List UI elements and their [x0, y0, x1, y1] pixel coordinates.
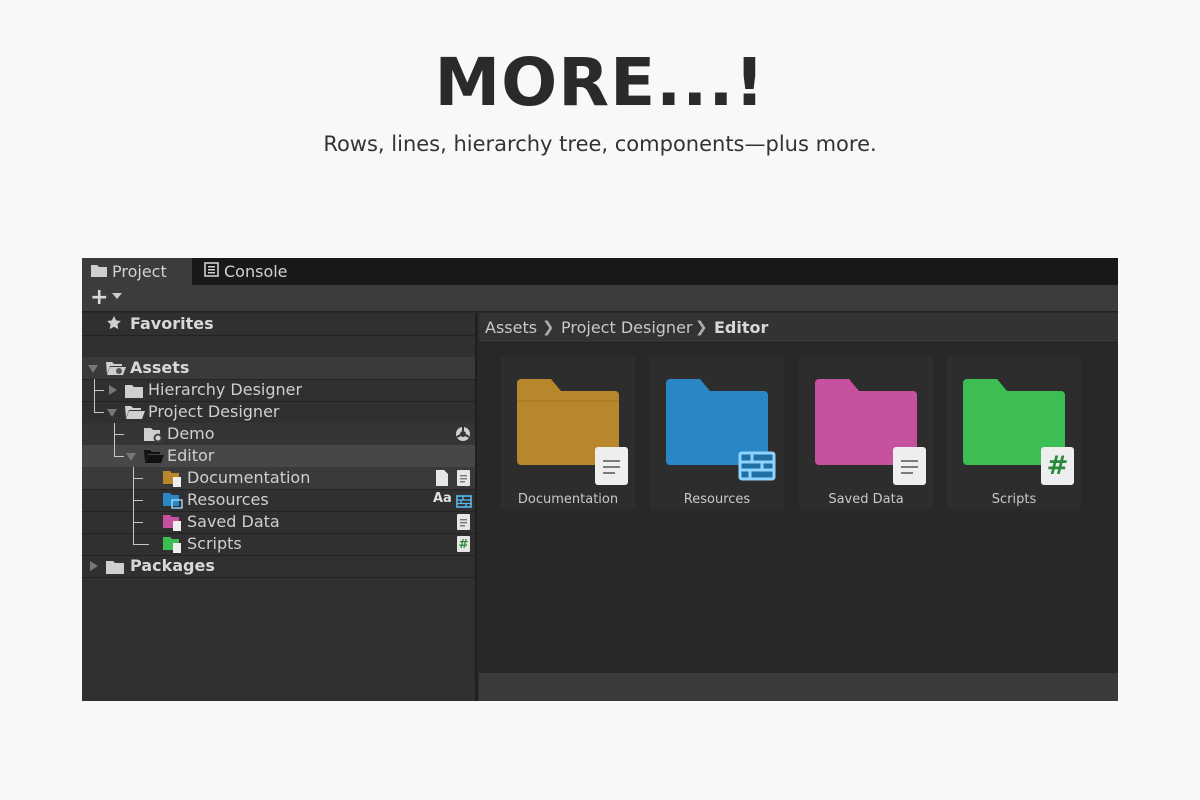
folder-icon: [106, 559, 124, 578]
tab-project[interactable]: Project: [82, 258, 192, 285]
saved-data-folder-icon: [163, 514, 183, 535]
folder-tile-documentation[interactable]: Documentation: [501, 357, 635, 509]
folder-tile-resources[interactable]: Resources: [650, 357, 784, 509]
text-file-icon: [893, 447, 926, 485]
chevron-down-icon[interactable]: [112, 293, 122, 299]
tree-item-project-designer[interactable]: Project Designer: [82, 401, 475, 423]
scripts-folder-icon: [163, 536, 183, 557]
tree-item-packages[interactable]: Packages: [82, 555, 475, 577]
documentation-folder-icon: [163, 470, 183, 491]
tree-line: [114, 456, 124, 457]
tree-item-hierarchy-designer[interactable]: Hierarchy Designer: [82, 379, 475, 401]
breadcrumb-item-assets[interactable]: Assets: [485, 318, 537, 337]
file-icon: [436, 470, 448, 490]
folder-icon: [125, 383, 143, 402]
divider: [82, 577, 475, 578]
tree-line: [133, 500, 143, 501]
font-asset-icon: Aa: [433, 491, 452, 506]
tree-label-resources: Resources: [187, 490, 269, 509]
tree-item-editor[interactable]: Editor: [82, 445, 475, 467]
breadcrumb-item-project-designer[interactable]: Project Designer: [561, 318, 693, 337]
resources-folder-icon: [163, 492, 183, 513]
grid-icon: [456, 493, 472, 512]
tree-line: [94, 379, 95, 412]
tree-label-demo: Demo: [167, 424, 215, 443]
tree-line: [94, 390, 104, 391]
tab-project-label: Project: [112, 262, 167, 281]
tree-line: [133, 522, 143, 523]
expand-arrow-icon[interactable]: [88, 365, 98, 373]
toolbar: +: [82, 285, 1118, 312]
folder-tile-saved-data[interactable]: Saved Data: [799, 357, 933, 509]
folder-tile-scripts[interactable]: # Scripts: [947, 357, 1081, 509]
tree-item-assets[interactable]: Assets: [82, 357, 475, 379]
tile-label-documentation: Documentation: [517, 492, 619, 507]
tree-item-favorites[interactable]: Favorites: [82, 313, 475, 335]
grid-icon: [738, 451, 776, 481]
tree-item-demo[interactable]: Demo: [82, 423, 475, 445]
csharp-script-icon: #: [1041, 447, 1074, 485]
unity-folder-icon: [144, 427, 164, 447]
text-file-icon: [457, 514, 470, 534]
expand-arrow-icon[interactable]: [90, 561, 98, 571]
status-bar: [479, 673, 1118, 701]
unity-scene-icon: [455, 426, 471, 446]
tab-console[interactable]: Console: [204, 258, 314, 285]
tree-label-project-designer: Project Designer: [148, 402, 280, 421]
tree-label-assets: Assets: [130, 358, 190, 377]
tree-label-editor: Editor: [167, 446, 215, 465]
text-file-icon: [457, 470, 470, 490]
folder-open-icon: [106, 360, 126, 380]
tile-label-saved-data: Saved Data: [828, 492, 904, 507]
expand-arrow-icon[interactable]: [109, 385, 117, 395]
expand-arrow-icon[interactable]: [107, 409, 117, 417]
breadcrumb: Assets ❯ Project Designer ❯ Editor: [479, 313, 1118, 343]
tree-label-scripts: Scripts: [187, 534, 242, 553]
expand-arrow-icon[interactable]: [126, 453, 136, 461]
folder-open-icon: [125, 405, 145, 424]
tree-label-saved-data: Saved Data: [187, 512, 280, 531]
folder-icon: [91, 262, 107, 281]
console-icon: [204, 262, 219, 281]
add-button[interactable]: +: [90, 286, 108, 310]
tab-console-label: Console: [224, 262, 288, 281]
asset-browser-panel: Assets ❯ Project Designer ❯ Editor Docum…: [479, 313, 1118, 701]
tree-label-documentation: Documentation: [187, 468, 311, 487]
tile-label-resources: Resources: [683, 492, 751, 507]
hero-title: MORE...!: [434, 44, 766, 121]
breadcrumb-item-editor[interactable]: Editor: [714, 318, 768, 337]
divider: [82, 335, 475, 336]
tree-label-hierarchy-designer: Hierarchy Designer: [148, 380, 303, 399]
folder-tree-panel: Favorites Assets Hierarchy Designer Proj…: [82, 313, 477, 701]
tree-label-favorites: Favorites: [130, 314, 214, 333]
hero-subtitle: Rows, lines, hierarchy tree, components—…: [323, 132, 877, 156]
folder-open-icon: [144, 449, 164, 468]
text-file-icon: [595, 447, 628, 485]
tab-bar: Project Console: [82, 258, 1118, 285]
project-window: Project Console + Favorites Assets Hiera…: [82, 258, 1118, 701]
star-icon: [106, 315, 122, 335]
chevron-right-icon: ❯: [542, 318, 555, 336]
tile-label-scripts: Scripts: [991, 492, 1037, 507]
tree-line: [133, 478, 143, 479]
chevron-right-icon: ❯: [695, 318, 708, 336]
csharp-script-icon: #: [457, 536, 470, 552]
tree-line: [94, 412, 104, 413]
tree-line: [114, 434, 124, 435]
tree-line: [133, 544, 149, 545]
tree-label-packages: Packages: [130, 556, 215, 575]
tree-line: [114, 423, 115, 456]
